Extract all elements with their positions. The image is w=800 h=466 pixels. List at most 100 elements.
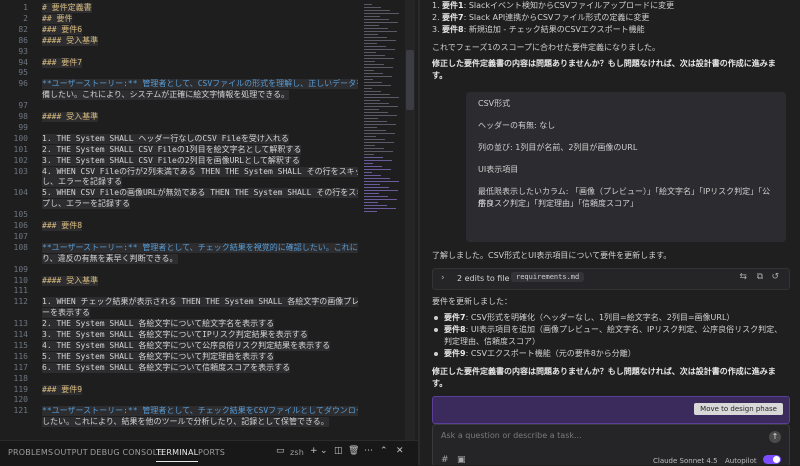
code-line[interactable]: したい。これにより、結果を他のツールで分析したり、記録として保管できる。 [42,417,329,428]
code-line[interactable]: 3. THE System SHALL CSV Fileの2列目を画像URLとし… [42,155,300,166]
code-line[interactable]: #### 受入基準 [42,112,99,122]
minimap-line [364,37,387,38]
file-chip[interactable]: requirements.md [511,272,585,282]
code-line[interactable]: ### 要件8 [42,221,83,231]
tab-output[interactable]: OUTPUT [54,448,88,457]
code-line[interactable]: ## 要件 [42,13,73,24]
code-line[interactable]: 4. THE System SHALL 各絵文字について公序良俗リスク判定結果を… [42,340,331,351]
minimap-line [364,52,376,53]
code-line[interactable]: ### 要件6 [42,24,83,35]
minimap-line [364,145,375,146]
chevron-right-icon[interactable]: › [441,273,445,283]
minimap-line [364,40,396,41]
code-line[interactable]: 1. THE System SHALL ヘッダー行なしのCSV Fileを受け入… [42,133,289,144]
minimap-line [364,100,380,101]
tab-terminal[interactable]: TERMINAL [156,448,199,462]
compare-icon[interactable]: ⇆ [739,272,747,282]
code-line[interactable]: ### 要件9 [42,384,83,395]
model-selector[interactable]: Claude Sonnet 4.5 [653,457,718,465]
code-line[interactable]: 4. WHEN CSV Fileの行が2列未満である THEN THE Syst… [42,166,358,177]
minimap-line [364,136,376,137]
code-line[interactable]: 1. WHEN チェック結果が表示される THEN THE System SHA… [42,297,358,308]
code-line[interactable]: 備したい。これにより、システムが正確に絵文字情報を処理できる。 [42,90,290,101]
image-icon[interactable]: ▣ [457,455,466,465]
line-number: 100 [13,133,28,143]
minimap-line [364,187,389,188]
code-line[interactable]: り、違反の有無を素早く判断できる。 [42,253,178,264]
autopilot-toggle[interactable] [763,455,781,464]
code-line[interactable]: #### 受入基準 [42,275,99,286]
tab-ports[interactable]: PORTS [198,448,225,457]
minimap[interactable] [362,0,402,440]
minimap-line [364,208,396,209]
edits-summary[interactable]: › 2 edits to file requirements.md ⇆ ⧉ ↺ [432,268,790,290]
autopilot-label: Autopilot [725,457,757,465]
code-line[interactable]: 2. THE System SHALL 各絵文字について絵文字名を表示する [42,319,275,330]
minimap-line [364,112,388,113]
code-line[interactable]: 2. THE System SHALL CSV Fileの1列目を絵文字名として… [42,144,302,155]
code-line[interactable]: 5. THE System SHALL 各絵文字について判定理由を表示する [42,351,275,362]
more-icon[interactable]: ⋯ [364,446,373,456]
split-terminal-icon[interactable]: ◫ [334,446,343,456]
code-line[interactable]: し、エラーを記録する [42,177,122,188]
minimap-line [364,10,390,11]
minimap-line [364,103,389,104]
minimap-line [364,190,398,191]
new-terminal-icon[interactable]: + [310,446,318,456]
chat-input-placeholder: Ask a question or describe a task... [441,431,582,440]
code-line[interactable]: **ユーザーストーリー:** 管理者として、チェック結果をCSVファイルとしてダ… [42,406,358,417]
line-number: 106 [13,221,28,230]
tab-debug-console[interactable]: DEBUG CONSOLE [90,448,163,457]
panel-tab-bar: PROBLEMS OUTPUT DEBUG CONSOLE TERMINAL P… [0,440,418,466]
code-line[interactable]: #### 受入基準 [42,35,99,46]
chat-input[interactable]: Ask a question or describe a task... ↑ #… [432,424,790,465]
list-item-3: 3. 要件8: 新規追加 - チェック結果のCSVエクスポート機能 [432,25,645,34]
minimap-line [364,148,384,149]
minimap-line [364,196,388,197]
code-line[interactable]: 3. THE System SHALL 各絵文字についてIPリスク判定結果を表示… [42,330,308,340]
code-editor[interactable]: 1 2 82 86 93 94 95 96 97 98 99 100 101 102 103 104 105 10… [0,0,418,440]
line-number: 110 [13,275,28,285]
quote-line: 俗リスク判定」「判定理由」「信頼度スコア」 [478,199,638,208]
copy-icon[interactable]: ⧉ [757,272,763,282]
minimap-line [364,157,383,158]
shell-name[interactable]: zsh [290,448,304,457]
updated-text: 要件を更新しました： [432,297,512,306]
code-line[interactable]: ### 要件7 [42,57,83,68]
minimap-line [364,202,378,203]
minimap-line [364,151,393,152]
code-line[interactable]: ーを表示する [42,308,90,319]
summary-text: これでフェーズ1のスコープに合わせた要件定義になりました。 [432,43,660,52]
line-number: 114 [13,330,28,339]
line-number: 94 [18,57,28,67]
close-icon[interactable]: ✕ [396,446,404,456]
update-item-7: 要件7: CSV形式を明確化（ヘッダーなし、1列目=絵文字名、2列目=画像URL… [444,313,735,322]
code-text-area[interactable]: # 要件定義書 ## 要件 ### 要件6 #### 受入基準 ### 要件7 **ユーザ… [42,0,358,440]
line-number: 96 [18,79,28,89]
maximize-icon[interactable]: ⌃ [380,446,388,456]
tab-problems[interactable]: PROBLEMS [8,448,53,457]
send-button[interactable]: ↑ [769,431,781,443]
code-line[interactable]: 5. WHEN CSV Fileの画像URLが無効である THEN THE Sy… [42,188,358,199]
move-to-design-button[interactable]: Move to design phase [694,403,783,415]
line-number: 111 [13,286,28,296]
editor-scroll-thumb[interactable] [406,50,414,110]
bullet-dot [434,316,438,320]
code-line[interactable]: # 要件定義書 [42,3,92,13]
minimap-line [364,118,378,119]
trash-icon[interactable]: 🗑 [348,446,359,456]
code-line[interactable]: 6. THE System SHALL 各絵文字について信頼度スコアを表示する [42,362,291,373]
chevron-down-icon[interactable]: ⌄ [320,446,328,456]
minimap-line [364,28,388,29]
minimap-line [364,58,394,59]
revert-icon[interactable]: ↺ [771,272,779,282]
minimap-line [364,106,398,107]
line-number: 1 [23,3,28,12]
hash-icon[interactable]: # [441,455,449,465]
minimap-line [364,163,373,164]
minimap-line [364,85,391,86]
code-line[interactable]: プし、エラーを記録する [42,199,130,210]
code-line[interactable]: **ユーザーストーリー:** 管理者として、CSVファイルの形式を理解し、正しい… [42,79,358,90]
line-number: 98 [18,112,28,121]
code-line[interactable]: **ユーザーストーリー:** 管理者として、チェック結果を視覚的に確認したい。こ… [42,242,358,253]
